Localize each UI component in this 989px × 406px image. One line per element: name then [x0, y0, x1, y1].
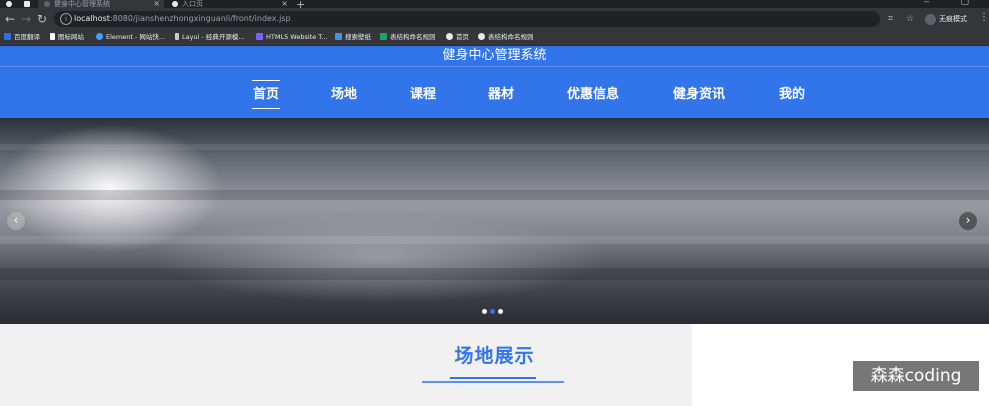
globe-icon — [478, 33, 485, 40]
nav-item-venues[interactable]: 场地 — [331, 86, 357, 104]
bookmark-item[interactable]: HTML5 Website T... — [256, 32, 328, 43]
bookmark-item[interactable]: 百度翻译 — [4, 32, 40, 43]
carousel-banner[interactable] — [0, 118, 989, 324]
bookmarks-bar: 百度翻译 图标网站 Element - 网站快... Layui - 经典开源模… — [0, 30, 989, 46]
bookmark-label: Element - 网站快... — [106, 33, 166, 41]
incognito-icon — [925, 13, 936, 25]
nav-item-courses[interactable]: 课程 — [410, 86, 436, 104]
window-controls[interactable]: ‒ ▢ — [924, 0, 983, 7]
bookmark-item[interactable]: 图标网站 — [50, 32, 84, 43]
carousel-next-icon[interactable]: › — [959, 212, 977, 230]
browser-toolbar: ← → ↻ i localhost:8080/jianshenzhongxing… — [0, 8, 989, 30]
section-title: 场地展示 — [454, 345, 535, 367]
page-icon — [24, 1, 30, 7]
banner-texture — [0, 268, 989, 280]
bookmark-item[interactable]: 首页 — [446, 32, 469, 43]
forward-arrow-icon[interactable]: → — [21, 12, 31, 26]
title-underline-short — [450, 377, 536, 379]
site-header: 健身中心管理系统 首页 场地 课程 器材 优惠信息 健身资讯 我的 — [0, 46, 989, 118]
nav-item-fitness-news[interactable]: 健身资讯 — [673, 86, 725, 104]
reload-icon[interactable]: ↻ — [37, 12, 47, 26]
incognito-label: 无痕模式 — [939, 15, 967, 23]
element-icon — [96, 33, 103, 40]
tab-active[interactable]: 健身中心管理系统 × — [38, 0, 164, 8]
tab-close-icon[interactable]: × — [281, 0, 288, 8]
wallpaper-icon — [335, 33, 342, 40]
tab-pinned[interactable] — [20, 0, 34, 8]
tab-title: 入口页 — [182, 0, 203, 8]
tab-favicon-icon — [44, 1, 50, 7]
url-path: :8080/jianshenzhongxinguanli/front/index… — [109, 14, 291, 23]
bookmark-label: 首页 — [456, 33, 469, 41]
banner-texture — [0, 190, 989, 200]
sheet-icon — [380, 33, 387, 40]
bookmark-label: HTML5 Website T... — [266, 33, 328, 41]
kebab-menu-icon[interactable]: ⋮ — [979, 12, 989, 23]
title-underline-long — [422, 381, 564, 383]
globe-icon — [446, 33, 453, 40]
carousel-dot[interactable] — [482, 309, 487, 314]
bookmark-label: Layui - 经典开源模... — [182, 33, 245, 41]
site-title: 健身中心管理系统 — [0, 46, 989, 67]
bookmark-item[interactable]: Layui - 经典开源模... — [175, 32, 245, 43]
layui-icon — [175, 33, 179, 40]
nav-item-equipment[interactable]: 器材 — [488, 86, 514, 104]
flag-icon — [50, 33, 55, 40]
site-info-icon[interactable]: i — [60, 13, 72, 25]
banner-texture — [0, 236, 989, 244]
tab-search-icon[interactable] — [4, 0, 16, 8]
html5-icon — [256, 33, 263, 40]
back-arrow-icon[interactable]: ← — [5, 12, 15, 26]
bookmark-item[interactable]: Element - 网站快... — [96, 32, 165, 43]
bookmark-label: 搜索壁纸 — [345, 33, 371, 41]
tab-second[interactable]: 入口页 × — [166, 0, 292, 8]
carousel-dot[interactable] — [498, 309, 503, 314]
baidu-translate-icon — [4, 33, 11, 40]
tab-close-icon[interactable]: × — [153, 0, 160, 8]
nav-item-profile[interactable]: 我的 — [779, 86, 805, 104]
tab-favicon-icon — [6, 1, 12, 7]
bookmark-item[interactable]: 表结构命名规则 — [478, 32, 534, 43]
nav-item-discounts[interactable]: 优惠信息 — [567, 86, 619, 104]
banner-texture — [0, 144, 989, 150]
url-host: localhost — [74, 14, 110, 23]
bookmark-label: 表结构命名规则 — [488, 33, 534, 41]
bookmark-item[interactable]: 搜索壁纸 — [335, 32, 371, 43]
carousel-dot-active[interactable] — [490, 309, 495, 314]
tab-favicon-icon — [172, 1, 178, 7]
incognito-indicator[interactable]: 无痕模式 — [925, 12, 967, 26]
nav-item-home[interactable]: 首页 — [251, 80, 281, 109]
carousel-prev-icon[interactable]: ‹ — [7, 212, 25, 230]
browser-tab-strip: 健身中心管理系统 × 入口页 × + ‒ ▢ — [0, 0, 989, 11]
address-url[interactable]: localhost:8080/jianshenzhongxinguanli/fr… — [74, 13, 291, 25]
bookmark-label: 百度翻译 — [14, 33, 40, 41]
translate-icon[interactable]: ⌗ — [888, 14, 893, 24]
tab-title: 健身中心管理系统 — [54, 0, 110, 8]
star-icon[interactable]: ☆ — [906, 14, 914, 24]
watermark: 森森coding — [853, 361, 979, 391]
bookmark-item[interactable]: 表结构命名规则 — [380, 32, 436, 43]
address-bar[interactable]: i localhost:8080/jianshenzhongxinguanli/… — [54, 11, 880, 27]
bookmark-label: 表结构命名规则 — [390, 33, 436, 41]
bookmark-label: 图标网站 — [58, 33, 84, 41]
